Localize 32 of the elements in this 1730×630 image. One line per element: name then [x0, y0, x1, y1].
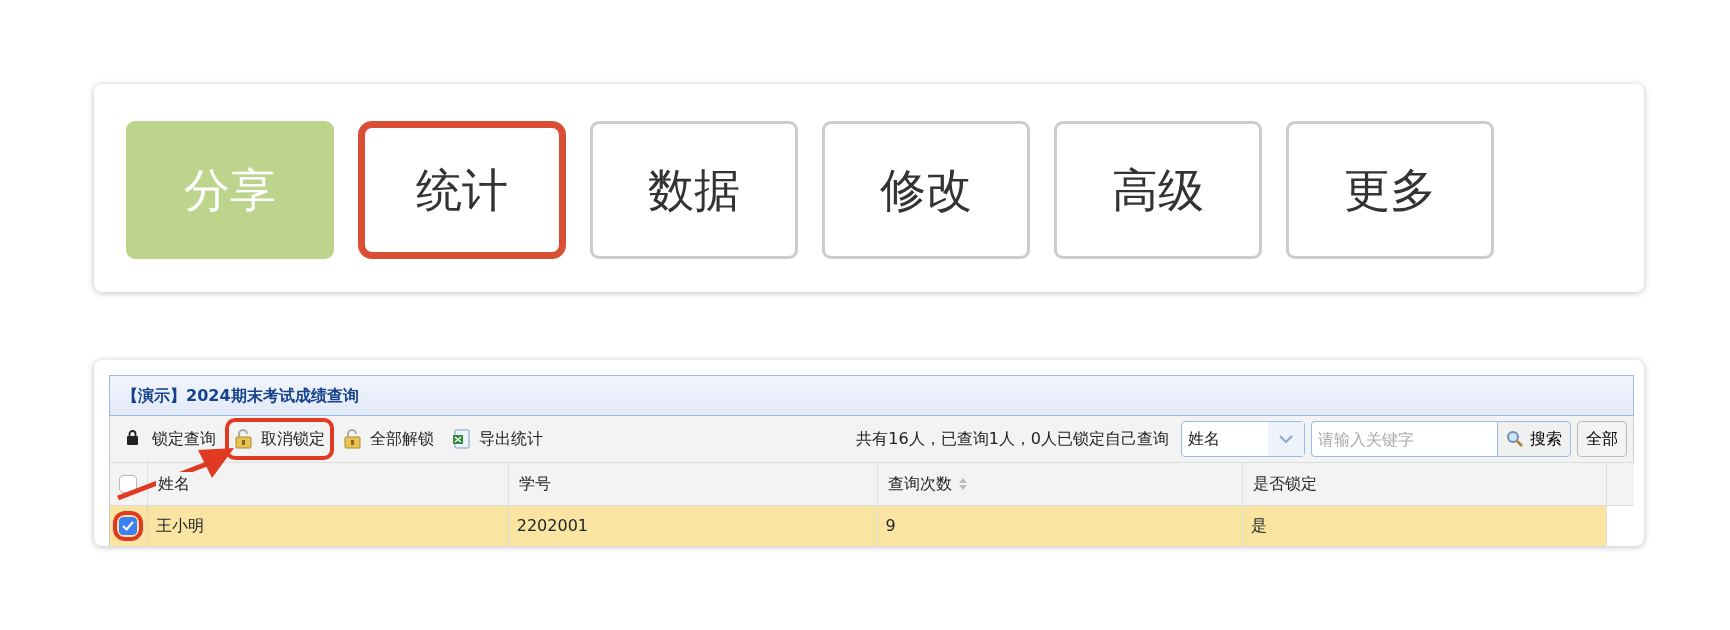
search-field[interactable]: 请输入关键字 [1311, 421, 1497, 457]
table-cell-text: 是 [1251, 515, 1268, 537]
column-header[interactable]: 学号 [508, 463, 878, 505]
search-button[interactable]: 搜索 [1497, 421, 1571, 457]
table-row[interactable]: 王小明 2202001 9 是 [109, 506, 1634, 546]
action-button[interactable]: 数据 [590, 121, 798, 259]
filter-select[interactable]: 姓名 [1181, 421, 1305, 457]
toolbar-button[interactable]: 导出统计 [447, 422, 548, 456]
summary-text: 共有16人，已查询1人，0人已锁定自己查询 [856, 428, 1169, 450]
checkbox[interactable] [119, 517, 138, 535]
toolbar-button[interactable]: 取消锁定 [229, 422, 330, 456]
all-button[interactable]: 全部 [1577, 421, 1627, 457]
chevron-icon [1279, 434, 1293, 444]
toolbar-button[interactable]: 全部解锁 [338, 422, 439, 456]
action-button[interactable]: 更多 [1286, 121, 1494, 259]
column-header[interactable]: 是否锁定 [1243, 463, 1608, 505]
check-icon [122, 521, 135, 531]
padlock-icon [234, 429, 253, 449]
column-header[interactable]: 查询次数 [877, 463, 1244, 505]
padlock-icon [343, 429, 362, 449]
table-cell-text: 2202001 [516, 515, 588, 537]
spreadsheet-icon [452, 429, 471, 449]
table-cell-text: 王小明 [155, 515, 204, 537]
table-cell-text: 9 [885, 515, 896, 537]
toolbar-button[interactable]: 锁定查询 [120, 422, 221, 456]
action-button[interactable]: 修改 [822, 121, 1030, 259]
search-icon [1506, 430, 1524, 448]
sort-icon [957, 477, 968, 491]
action-button[interactable]: 高级 [1054, 121, 1262, 259]
checkbox[interactable] [119, 475, 138, 493]
grid-title: 【演示】2024期末考试成绩查询 [109, 375, 1634, 416]
action-button[interactable]: 统计 [358, 121, 566, 259]
